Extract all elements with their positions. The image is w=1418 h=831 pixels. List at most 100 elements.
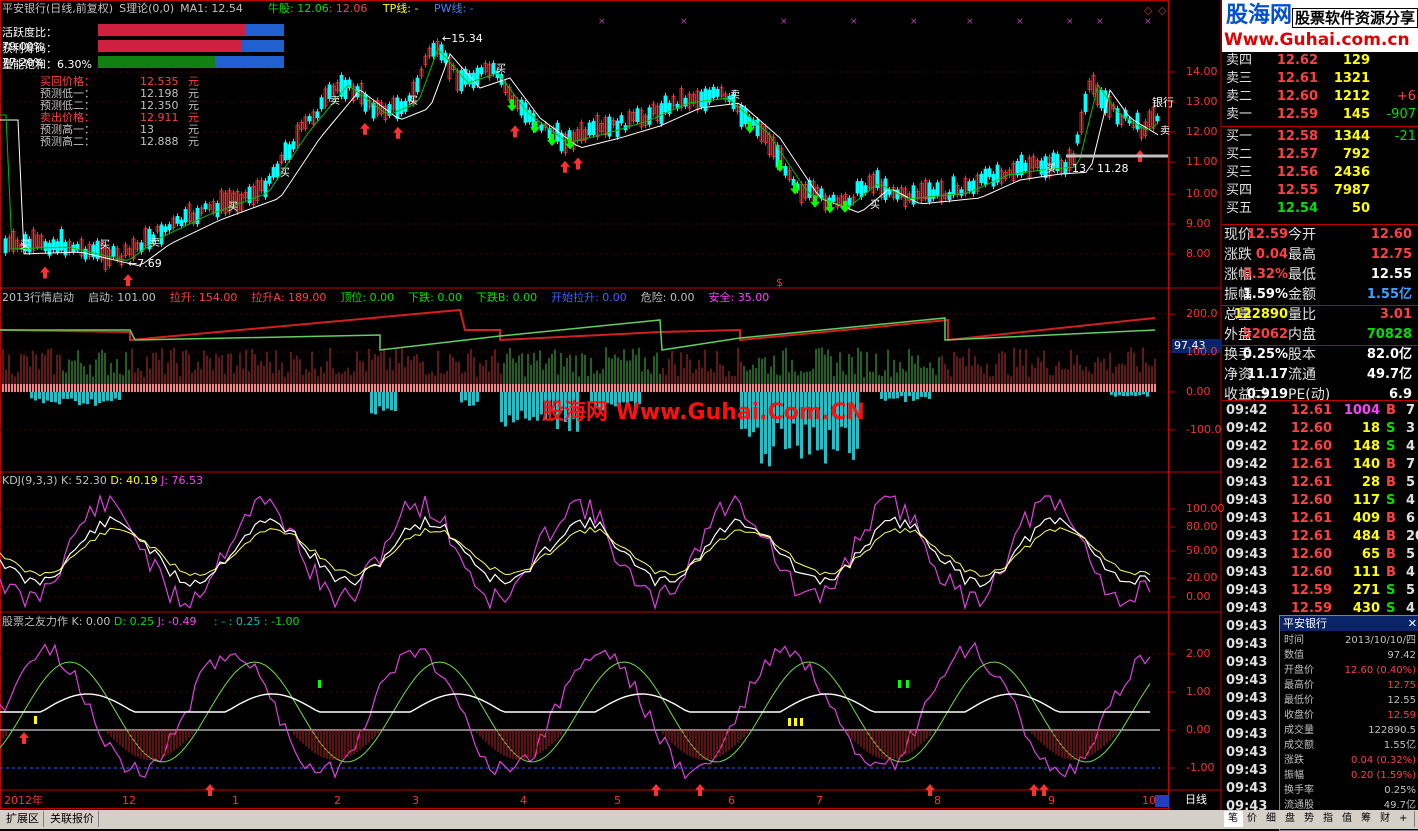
negative-bar [460, 392, 463, 403]
base-bar [428, 384, 430, 392]
order-price: 12.54 [1276, 201, 1318, 216]
base-bar [1127, 384, 1129, 392]
base-bar [95, 384, 97, 392]
dollar-mark: $ [776, 276, 783, 289]
tick-side: S [1386, 583, 1396, 598]
tick-row[interactable]: 09:43 12.59 271 S 5 [1222, 582, 1418, 600]
negative-bar [912, 392, 915, 401]
base-bar [2, 384, 4, 392]
close-icon[interactable]: ✕ [1408, 616, 1417, 631]
base-bar [971, 384, 973, 392]
base-bar [641, 384, 643, 392]
tick-price: 12.60 [1290, 493, 1332, 508]
info-row: 成交量 122890.5 [1280, 723, 1418, 738]
candle-body [935, 182, 940, 196]
y-axis-label: 8.00 [1186, 247, 1211, 260]
base-bar [407, 384, 409, 392]
negative-bar [34, 392, 37, 401]
buy-sell-label: 买 [870, 199, 880, 211]
base-bar [452, 384, 454, 392]
base-bar [569, 384, 571, 392]
base-bar [812, 384, 814, 392]
base-bar [677, 384, 679, 392]
base-bar [521, 384, 523, 392]
negative-bar [38, 392, 41, 399]
tick-row[interactable]: 09:43 12.61 409 B 6 [1222, 510, 1418, 528]
candle-body [203, 203, 208, 210]
negative-bar [50, 392, 53, 402]
buy-sell-label: 买 [496, 63, 506, 75]
tick-count: 7 [1406, 457, 1416, 472]
bottom-tab[interactable]: 关联报价 [46, 811, 99, 827]
base-bar [890, 384, 892, 392]
base-bar [134, 384, 136, 392]
tick-time: 09:43 [1226, 745, 1268, 760]
base-bar [566, 384, 568, 392]
negative-bar [888, 392, 891, 399]
base-bar [245, 384, 247, 392]
base-bar [188, 384, 190, 392]
negative-bar [1142, 392, 1145, 395]
base-bar [1133, 384, 1135, 392]
base-bar [1121, 384, 1123, 392]
base-bar [635, 384, 637, 392]
panel-tab[interactable]: 财 [1376, 811, 1396, 827]
panel2-legend: 2013行情启动 启动: 101.00 拉升: 154.00 拉升A: 189.00 顶… [2, 291, 781, 305]
base-bar [737, 384, 739, 392]
panel-tab[interactable]: 价 [1243, 811, 1263, 827]
negative-bar [118, 392, 121, 400]
info-popup-title[interactable]: 平安银行 ✕ [1280, 616, 1418, 631]
info-popup[interactable]: 平安银行 ✕ 时间 2013/10/10/四 数值 97.42 开盘价 12.60 (0.4… [1279, 615, 1418, 831]
base-bar [308, 384, 310, 392]
negative-bar [42, 392, 45, 404]
bottom-tab[interactable]: 扩展区 [2, 811, 44, 827]
base-bar [269, 384, 271, 392]
panel-tab[interactable]: 细 [1262, 811, 1282, 827]
tick-row[interactable]: 09:42 12.60 148 S 4 [1222, 438, 1418, 456]
candle-body [179, 219, 184, 227]
base-bar [146, 384, 148, 392]
tick-row[interactable]: 09:42 12.61 140 B 7 [1222, 456, 1418, 474]
base-bar [938, 384, 940, 392]
tick-row[interactable]: 09:43 12.61 28 B 5 [1222, 474, 1418, 492]
base-bar [782, 384, 784, 392]
base-bar [92, 384, 94, 392]
tick-row[interactable]: 09:42 12.61 1004 B 7 [1222, 402, 1418, 420]
panel-tab[interactable]: 盘 [1281, 811, 1301, 827]
negative-bar [1118, 392, 1121, 396]
info-key: 涨跌 [1284, 755, 1304, 766]
base-bar [572, 384, 574, 392]
base-bar [389, 384, 391, 392]
negative-bar [900, 392, 903, 397]
base-bar [500, 384, 502, 392]
candle-body [831, 194, 836, 202]
base-bar [1082, 384, 1084, 392]
base-bar [1145, 384, 1147, 392]
tick-row[interactable]: 09:43 12.61 484 B 20 [1222, 528, 1418, 546]
info-key: 时间 [1284, 635, 1304, 646]
order-volume: 1344 [1333, 129, 1370, 144]
base-bar [431, 384, 433, 392]
base-bar [512, 384, 514, 392]
kdj-legend: KDJ(9,3,3) K: 52.30 D: 40.19 J: 76.53 [2, 474, 203, 488]
base-bar [437, 384, 439, 392]
panel-tab[interactable]: 值 [1338, 811, 1358, 827]
divider [1222, 126, 1418, 127]
base-bar [461, 384, 463, 392]
base-bar [404, 384, 406, 392]
panel-tab[interactable]: + [1395, 811, 1415, 827]
buy-arrow-icon [651, 784, 661, 796]
panel-tab[interactable]: 指 [1319, 811, 1339, 827]
tick-row[interactable]: 09:43 12.60 117 S 4 [1222, 492, 1418, 510]
period-label[interactable]: 日线 [1185, 793, 1207, 807]
tick-row[interactable]: 09:43 12.60 111 B 4 [1222, 564, 1418, 582]
base-bar [158, 384, 160, 392]
tick-row[interactable]: 09:42 12.60 18 S 3 [1222, 420, 1418, 438]
panel-tab[interactable]: 势 [1300, 811, 1320, 827]
tick-count: 7 [1406, 403, 1416, 418]
panel-tab[interactable]: 笔 [1224, 811, 1244, 827]
tick-row[interactable]: 09:43 12.60 65 B 5 [1222, 546, 1418, 564]
buy-arrow-icon [19, 732, 29, 744]
panel-tab[interactable]: 筹 [1357, 811, 1377, 827]
order-price: 12.58 [1276, 129, 1318, 144]
